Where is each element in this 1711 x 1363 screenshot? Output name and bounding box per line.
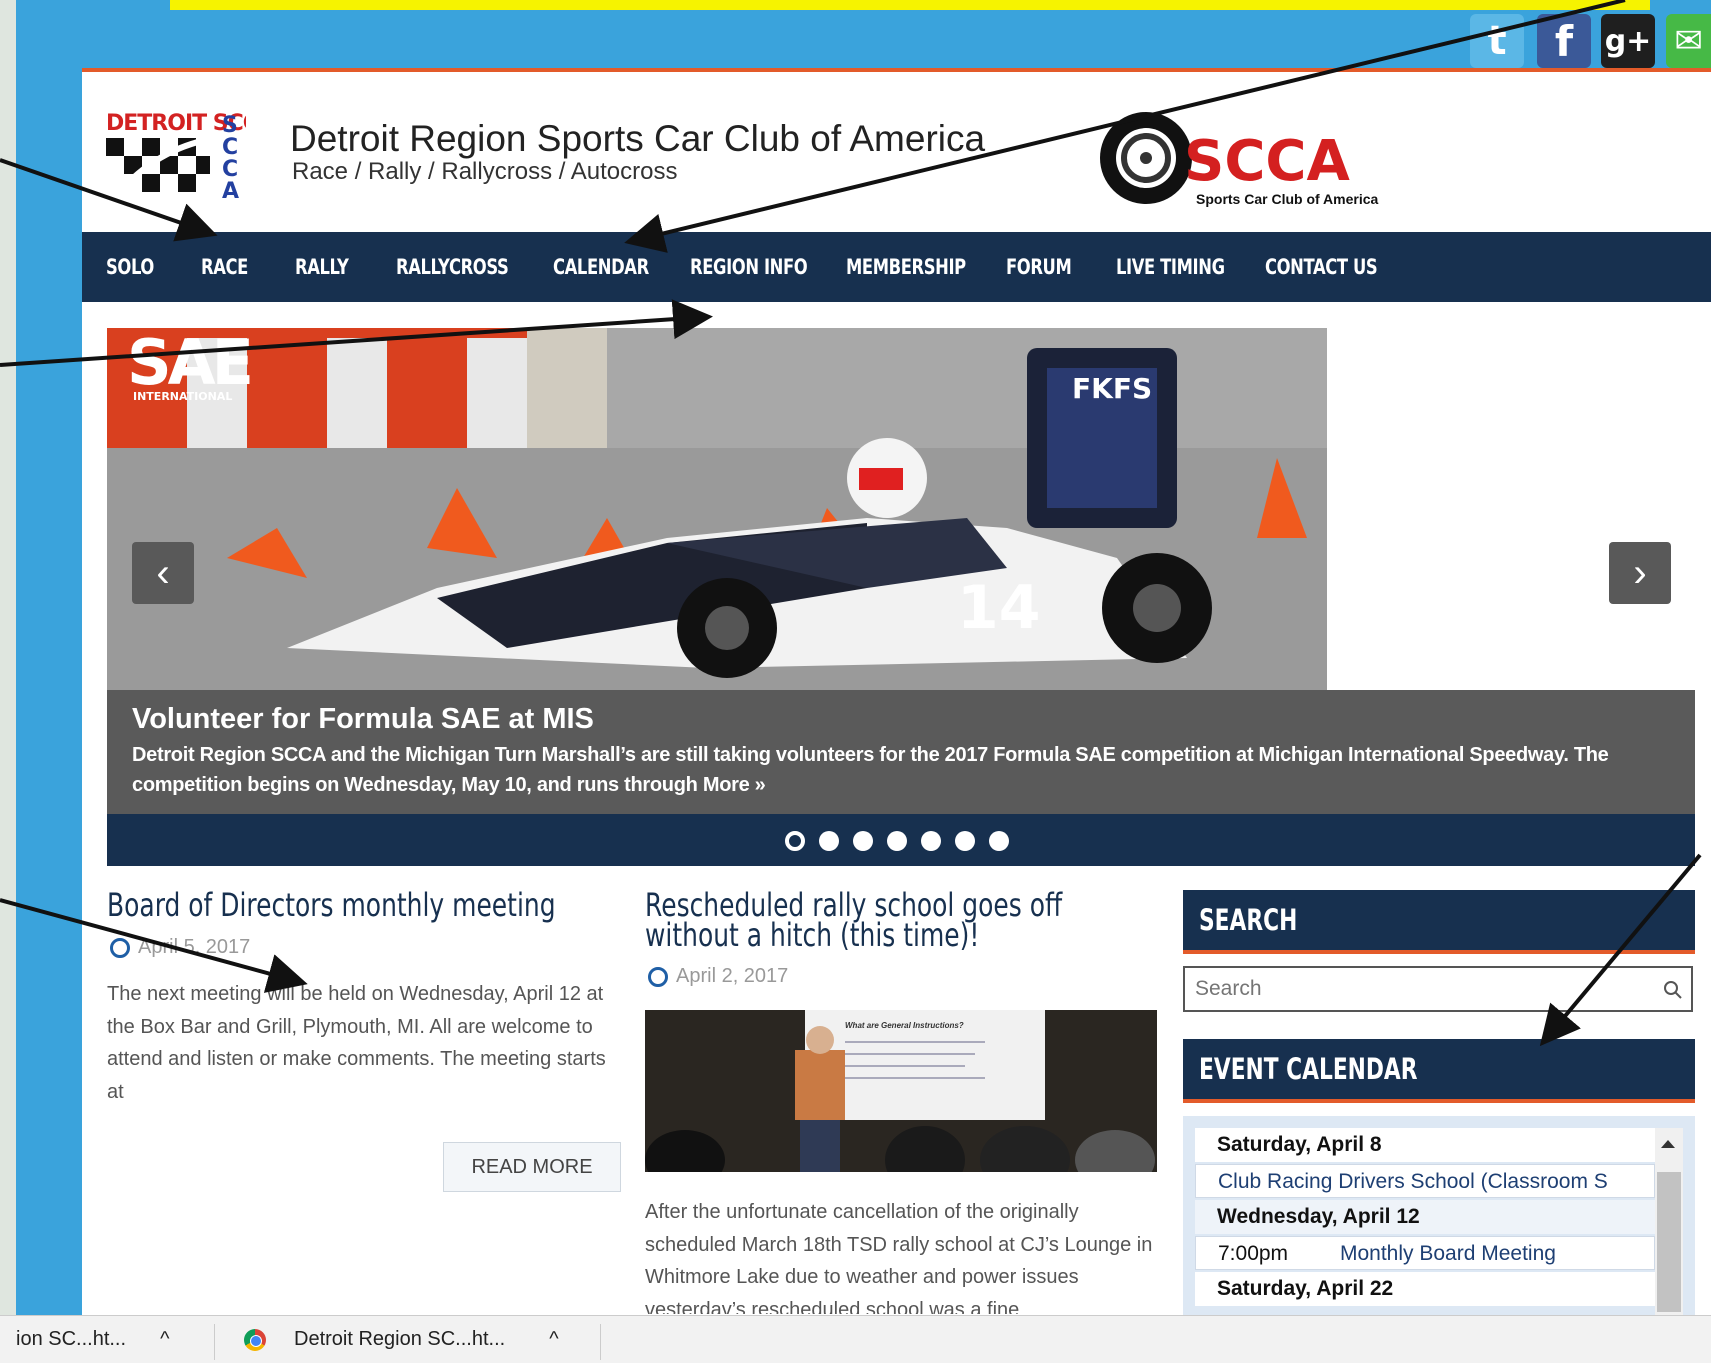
download-item[interactable]: Detroit Region SC...ht... ^ [244,1316,559,1363]
chrome-icon [244,1328,266,1351]
download-bar: ion SC...ht... ^ Detroit Region SC...ht..… [0,1315,1711,1363]
download-item[interactable]: ion SC...ht... ^ [16,1316,169,1363]
divider [600,1324,601,1360]
chevron-up-icon[interactable]: ^ [549,1328,558,1350]
chevron-up-icon[interactable]: ^ [160,1328,169,1350]
divider [214,1324,215,1360]
annotation-arrows [0,0,1702,1047]
